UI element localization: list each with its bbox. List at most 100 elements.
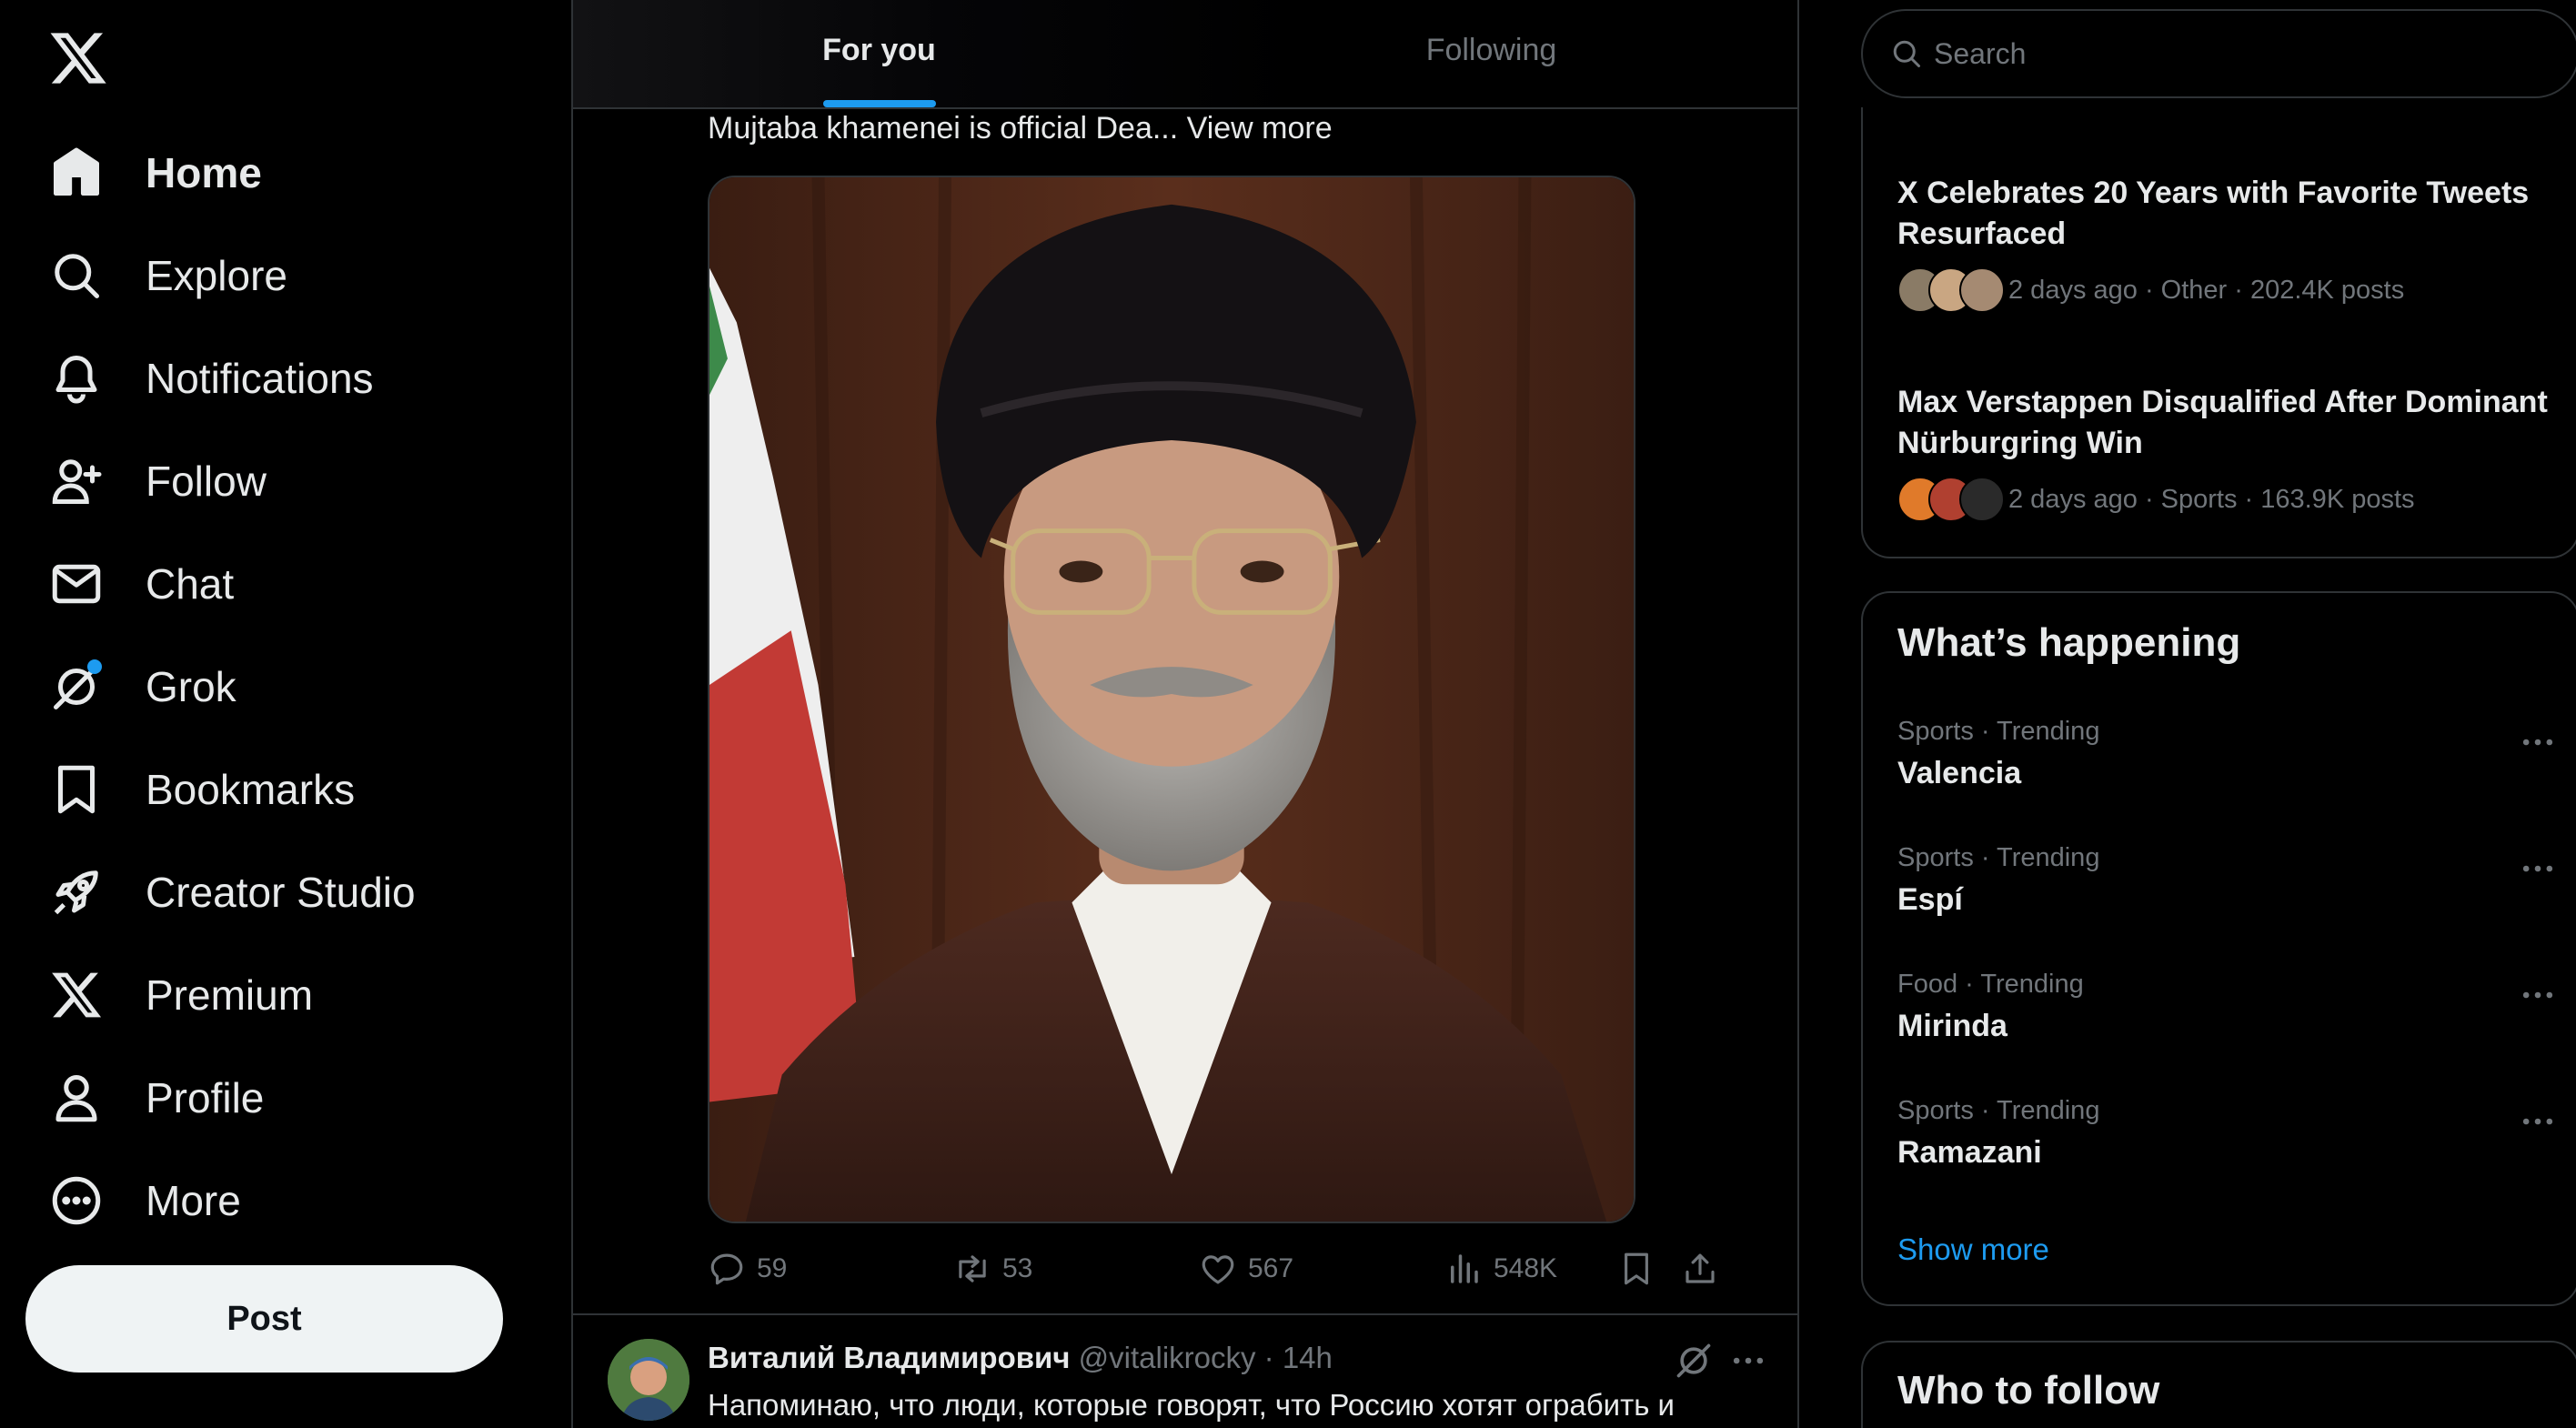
primary-nav: Home Explore Notifications Follow Chat G… [25,121,416,1252]
nav-more[interactable]: More [25,1149,416,1252]
like-count: 567 [1248,1253,1294,1283]
trend-item[interactable]: Sports · Trending Ramazani [1897,1096,2553,1205]
tab-following[interactable]: Following [1185,0,1797,107]
trend-name: Ramazani [1897,1135,2042,1170]
reply-button[interactable]: 59 [708,1246,787,1292]
trend-item[interactable]: Food · Trending Mirinda [1897,970,2553,1079]
who-to-follow-panel: Who to follow [1861,1341,2576,1428]
news-meta-text: 2 days ago · Sports · 163.9K posts [2008,484,2415,514]
nav-grok-label: Grok [146,662,236,710]
nav-grok[interactable]: Grok [25,635,416,738]
nav-explore[interactable]: Explore [25,224,416,327]
left-sidebar: Home Explore Notifications Follow Chat G… [0,0,571,1428]
repost-count: 53 [1002,1253,1033,1283]
tweet-item[interactable]: Виталий Владимирович @vitalikrocky · 14h… [573,1315,1797,1428]
avatar [1959,477,2005,522]
news-meta: 2 days ago · Sports · 163.9K posts [1897,477,2552,522]
show-more-link[interactable]: Show more [1897,1232,2049,1267]
right-sidebar: Search X Celebrates 20 Years with Favori… [1861,0,2576,1428]
tweet-body: Mujtaba khamenei is official Dea... [708,111,1179,146]
author-name[interactable]: Виталий Владимирович [708,1341,1070,1374]
more-options-icon[interactable] [2518,975,2558,1015]
tab-following-label: Following [1425,32,1557,67]
bookmark-icon [49,762,104,817]
share-button[interactable] [1681,1246,1719,1292]
bell-icon [49,351,104,406]
trend-name: Valencia [1897,756,2022,790]
nav-notifications[interactable]: Notifications [25,327,416,429]
nav-premium[interactable]: Premium [25,943,416,1046]
tweet-body: Напоминаю, что люди, которые говорят, чт… [708,1388,1675,1422]
portrait-photo [709,177,1634,1222]
avatar-stack [1897,477,2005,522]
panel-title: Who to follow [1897,1368,2160,1413]
news-meta: 2 days ago · Other · 202.4K posts [1897,267,2552,313]
nav-chat-label: Chat [146,559,235,608]
more-circle-icon [49,1173,104,1228]
panel-title: What’s happening [1897,620,2241,665]
news-panel: X Celebrates 20 Years with Favorite Twee… [1861,107,2576,558]
search-input[interactable]: Search [1861,9,2576,98]
person-icon [49,1071,104,1125]
envelope-icon [49,557,104,611]
grok-icon[interactable] [1674,1341,1714,1381]
timeline: For you Following Mujtaba khamenei is of… [571,0,1799,1428]
avatar[interactable] [608,1339,689,1421]
post-button[interactable]: Post [25,1265,503,1373]
rocket-icon [49,865,104,920]
nav-follow[interactable]: Follow [25,429,416,532]
tweet-actions: 59 53 567 548K [708,1246,1715,1292]
view-more-link[interactable]: View more [1187,111,1333,146]
search-placeholder: Search [1934,36,2027,70]
whats-happening-panel: What’s happening Sports · Trending Valen… [1861,591,2576,1306]
tab-for-you-label: For you [822,32,936,67]
trend-meta: Sports · Trending [1897,717,2100,746]
search-icon [49,248,104,303]
share-icon [1685,1253,1715,1283]
nav-chat[interactable]: Chat [25,532,416,635]
author-handle-time[interactable]: @vitalikrocky · 14h [1079,1341,1333,1374]
search-icon [1893,40,1920,67]
more-options-icon[interactable] [2518,849,2558,889]
trend-item[interactable]: Sports · Trending Valencia [1897,717,2553,826]
grok-icon [49,659,104,714]
trend-meta: Sports · Trending [1897,843,2100,872]
x-logo-icon [49,968,104,1022]
news-item[interactable]: Max Verstappen Disqualified After Domina… [1897,382,2552,522]
nav-bookmarks-label: Bookmarks [146,765,356,813]
trend-meta: Sports · Trending [1897,1096,2100,1125]
nav-home[interactable]: Home [25,121,416,224]
active-tab-indicator [822,100,936,107]
views-count: 548K [1494,1253,1558,1283]
nav-profile-label: Profile [146,1073,265,1121]
nav-profile[interactable]: Profile [25,1046,416,1149]
nav-bookmarks[interactable]: Bookmarks [25,738,416,840]
more-options-icon[interactable] [2518,722,2558,762]
repost-icon [959,1255,986,1282]
views-button[interactable]: 548K [1444,1246,1557,1292]
news-item[interactable]: X Celebrates 20 Years with Favorite Twee… [1897,173,2552,313]
analytics-icon [1451,1254,1478,1283]
x-logo-icon[interactable] [47,27,109,89]
tweet-header: Виталий Владимирович @vitalikrocky · 14h [708,1341,1333,1375]
nav-notifications-label: Notifications [146,354,374,402]
tab-for-you[interactable]: For you [573,0,1185,107]
nav-explore-label: Explore [146,251,287,299]
nav-creator-studio[interactable]: Creator Studio [25,840,416,943]
heart-icon [1202,1255,1234,1284]
bookmark-button[interactable] [1617,1246,1655,1292]
avatar-stack [1897,267,2005,313]
reply-icon [710,1253,743,1285]
more-options-icon[interactable] [2518,1101,2558,1141]
tweet-media-image[interactable] [708,176,1635,1223]
reply-count: 59 [757,1253,788,1283]
trend-item[interactable]: Sports · Trending Espí [1897,843,2553,952]
person-add-icon [49,454,104,508]
news-title: Max Verstappen Disqualified After Domina… [1897,385,2548,460]
trend-name: Espí [1897,882,1963,917]
like-button[interactable]: 567 [1199,1246,1293,1292]
repost-button[interactable]: 53 [953,1246,1032,1292]
nav-creator-studio-label: Creator Studio [146,868,416,916]
nav-follow-label: Follow [146,457,267,505]
more-options-icon[interactable] [1728,1341,1768,1381]
